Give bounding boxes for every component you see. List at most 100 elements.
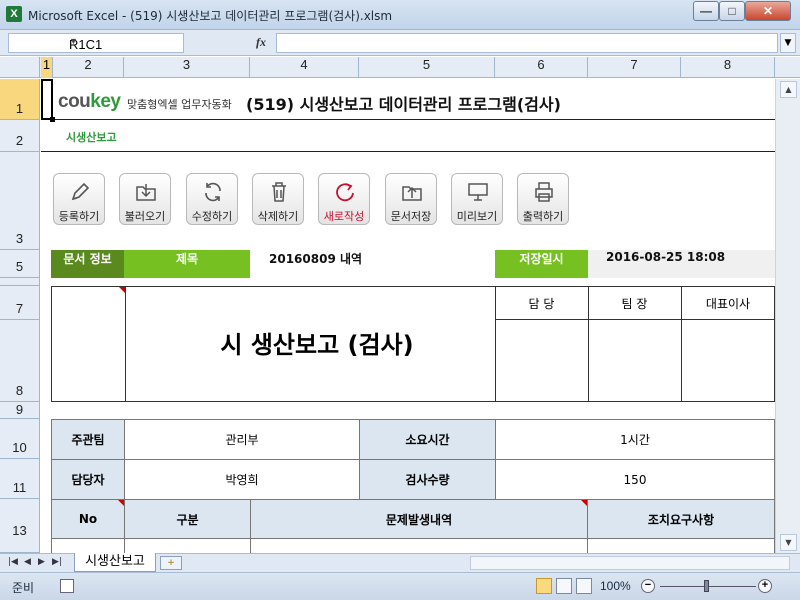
column-header-2[interactable]: 2 (53, 57, 124, 78)
title-bar: X Microsoft Excel - (519) 시생산보고 데이터관리 프로… (0, 0, 800, 30)
delete-button[interactable]: 삭제하기 (252, 173, 304, 225)
row-header-1[interactable]: 1 (0, 79, 40, 120)
table-header-issue: 문제발생내역 (250, 499, 588, 539)
register-button[interactable]: 등록하기 (53, 173, 105, 225)
title-value[interactable]: 20160809 내역 (269, 250, 489, 278)
formula-input[interactable] (276, 33, 778, 53)
approval-block: 시 생산보고 (검사) 담 당 팀 장 대표이사 (51, 286, 775, 402)
last-sheet-icon[interactable]: ▶| (52, 557, 62, 567)
name-box[interactable]: R1C1 ▼ (8, 33, 184, 53)
row-header-2[interactable]: 2 (0, 120, 40, 152)
approval-header-line (495, 319, 774, 320)
page-layout-view-icon[interactable] (556, 578, 572, 594)
row-header-7[interactable]: 7 (0, 286, 40, 320)
zoom-level[interactable]: 100% (600, 579, 631, 593)
preview-button[interactable]: 미리보기 (451, 173, 503, 225)
print-button[interactable]: 출력하기 (517, 173, 569, 225)
insert-function-icon[interactable]: fx (256, 35, 266, 50)
load-button[interactable]: 불러오기 (119, 173, 171, 225)
zoom-out-icon[interactable]: − (641, 579, 655, 593)
table-row[interactable] (587, 538, 775, 553)
macro-record-icon[interactable] (60, 579, 74, 593)
row-header-3[interactable]: 3 (0, 152, 40, 250)
column-header-4[interactable]: 4 (250, 57, 359, 78)
signer-team-lead: 팀 장 (621, 297, 648, 311)
scroll-down-icon[interactable]: ▼ (780, 534, 797, 551)
qty-value[interactable]: 150 (495, 459, 775, 500)
select-all-corner[interactable] (0, 57, 40, 78)
refresh-icon (205, 182, 221, 202)
column-header-3[interactable]: 3 (124, 57, 250, 78)
dept-value[interactable]: 관리부 (124, 419, 360, 460)
row-header-10[interactable]: 10 (0, 419, 40, 459)
row-header-13[interactable]: 13 (0, 499, 40, 553)
worksheet-area[interactable]: coukey 맞춤형엑셀 업무자동화 (519) 시생산보고 데이터관리 프로그… (41, 79, 775, 553)
pencil-icon (71, 182, 90, 201)
signer-ceo: 대표이사 (705, 297, 751, 311)
row-header-5[interactable]: 5 (0, 250, 40, 278)
document-info-bar: 문서 정보 제목 20160809 내역 저장일시 2016-08-25 18:… (51, 250, 775, 278)
horizontal-scrollbar[interactable] (470, 556, 790, 570)
time-label: 소요시간 (359, 419, 496, 460)
next-sheet-icon[interactable]: ▶ (38, 557, 45, 567)
column-header-6[interactable]: 6 (495, 57, 588, 78)
table-row[interactable] (51, 538, 125, 553)
page-break-view-icon[interactable] (576, 578, 592, 594)
column-header-8[interactable]: 8 (681, 57, 775, 78)
row-header-9[interactable]: 9 (0, 402, 40, 419)
edit-button[interactable]: 수정하기 (186, 173, 238, 225)
qty-label: 검사수량 (359, 459, 496, 500)
column-header-7[interactable]: 7 (588, 57, 681, 78)
vertical-scrollbar[interactable]: ▲ ▼ (775, 79, 800, 553)
subtitle-divider (41, 151, 775, 152)
signer-staff: 담 당 (528, 297, 555, 311)
new-document-button[interactable]: 새로작성 (318, 173, 370, 225)
formula-bar: R1C1 ▼ fx ▼ (0, 30, 800, 56)
zoom-in-icon[interactable]: + (758, 579, 772, 593)
printer-icon (535, 182, 553, 202)
header-divider (41, 119, 775, 120)
row-header-11[interactable]: 11 (0, 459, 40, 499)
save-document-button[interactable]: 문서저장 (385, 173, 437, 225)
normal-view-icon[interactable] (536, 578, 552, 594)
folder-upload-icon (402, 186, 422, 201)
close-button[interactable]: ✕ (745, 1, 791, 21)
saved-at-label: 저장일시 (495, 250, 588, 278)
table-header-no: No (51, 499, 125, 539)
active-cell-cursor[interactable] (41, 79, 55, 122)
scroll-up-icon[interactable]: ▲ (780, 81, 797, 98)
row-header-6[interactable] (0, 278, 40, 286)
table-row[interactable] (124, 538, 251, 553)
coukey-logo: coukey (58, 91, 121, 112)
page-title: (519) 시생산보고 데이터관리 프로그램(검사) (246, 95, 561, 114)
row-header-8[interactable]: 8 (0, 320, 40, 402)
folder-download-icon (136, 184, 156, 201)
column-header-1[interactable]: 1 (41, 57, 53, 78)
logo-subtitle: 맞춤형엑셀 업무자동화 (127, 98, 232, 111)
expand-formula-bar-button[interactable]: ▼ (780, 33, 796, 53)
sheet-tab-active[interactable]: 시생산보고 (74, 553, 156, 572)
zoom-slider-thumb[interactable] (704, 580, 709, 592)
table-row[interactable] (250, 538, 588, 553)
comment-indicator (118, 500, 124, 506)
table-header-category: 구분 (124, 499, 251, 539)
time-value[interactable]: 1시간 (495, 419, 775, 460)
dept-label: 주관팀 (51, 419, 125, 460)
column-header-5[interactable]: 5 (359, 57, 495, 78)
first-sheet-icon[interactable]: |◀ (8, 557, 18, 567)
prev-sheet-icon[interactable]: ◀ (24, 557, 31, 567)
minimize-button[interactable]: — (693, 1, 719, 21)
new-circle-icon (336, 183, 354, 202)
maximize-button[interactable]: □ (719, 1, 745, 21)
excel-app-icon[interactable]: X (6, 6, 22, 22)
doc-info-label: 문서 정보 (51, 250, 124, 278)
chevron-down-icon[interactable]: ▼ (69, 36, 179, 46)
saved-at-value[interactable]: 2016-08-25 18:08 (606, 250, 775, 278)
owner-label: 담당자 (51, 459, 125, 500)
insert-sheet-icon[interactable]: + (160, 556, 182, 570)
comment-indicator (581, 500, 587, 506)
monitor-icon (468, 183, 488, 201)
table-header-action: 조치요구사항 (587, 499, 775, 539)
owner-value[interactable]: 박영희 (124, 459, 360, 500)
status-ready: 준비 (12, 581, 35, 595)
